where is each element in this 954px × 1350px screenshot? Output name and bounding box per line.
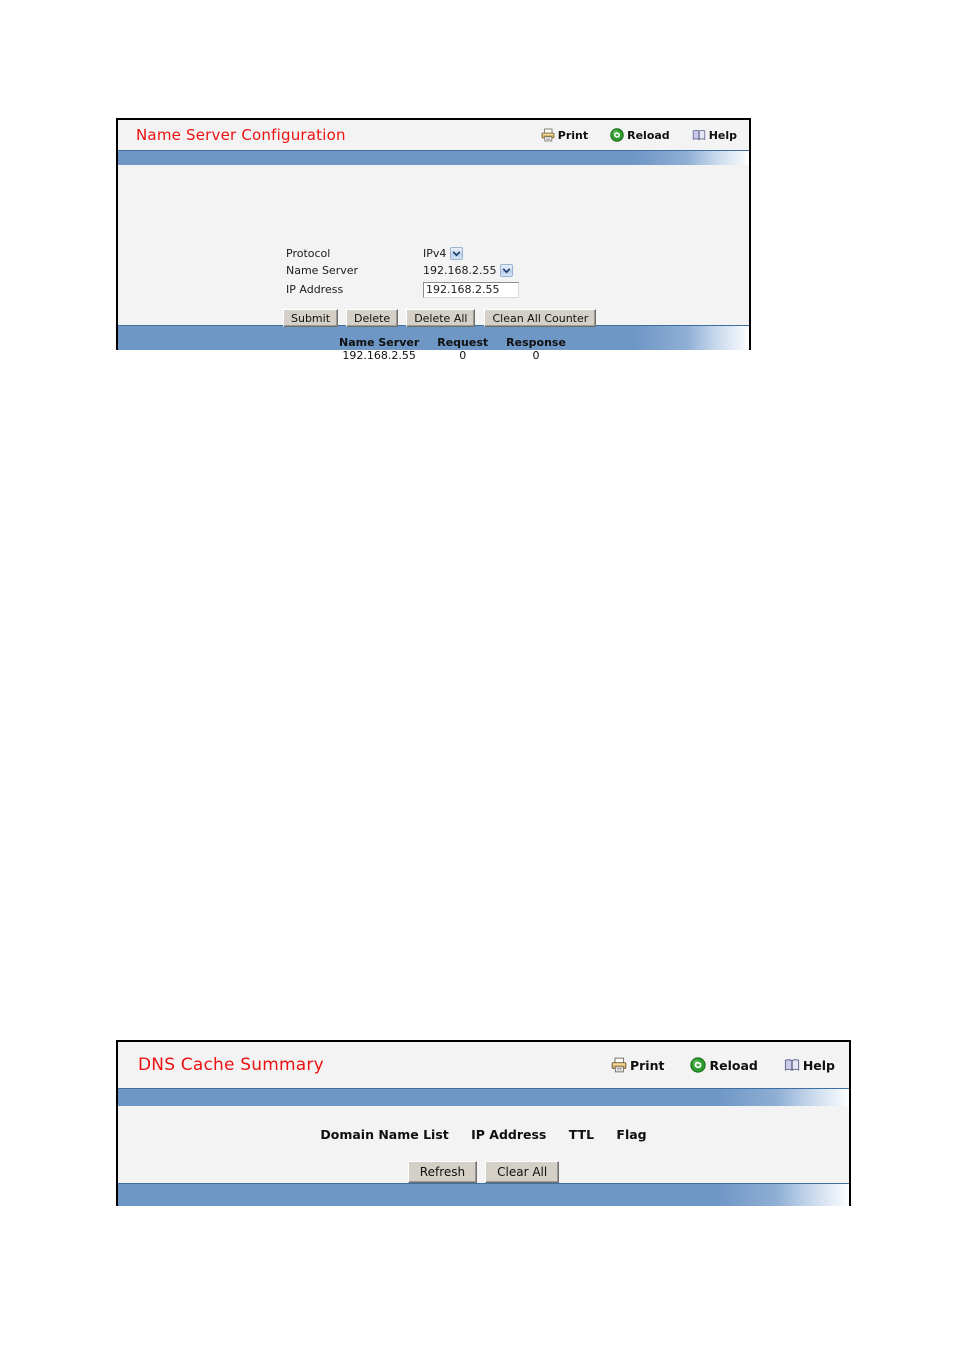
page-title: Name Server Configuration: [136, 126, 346, 144]
print-icon: [611, 1057, 627, 1073]
table-row: 192.168.2.55 0 0: [330, 349, 575, 362]
col-name-server: Name Server: [339, 336, 420, 349]
reload-button[interactable]: Reload: [690, 1057, 758, 1073]
name-server-value: 192.168.2.55: [423, 264, 497, 277]
print-button[interactable]: Print: [541, 128, 588, 142]
col-ttl: TTL: [568, 1127, 595, 1142]
submit-button[interactable]: Submit: [283, 309, 339, 327]
col-flag: Flag: [616, 1127, 647, 1142]
header-divider-bar: [118, 1088, 849, 1106]
delete-button[interactable]: Delete: [346, 309, 399, 327]
action-button-row: Submit Delete Delete All Clean All Count…: [283, 309, 597, 327]
footer-divider-bar: [118, 1183, 849, 1206]
ip-address-label: IP Address: [286, 283, 344, 296]
chevron-down-icon[interactable]: [450, 247, 464, 260]
col-domain-name-list: Domain Name List: [320, 1127, 449, 1142]
dns-cache-button-row: Refresh Clear All: [118, 1161, 849, 1183]
help-icon: [692, 128, 706, 142]
ip-address-input[interactable]: [423, 281, 519, 298]
panel-body: Protocol IPv4 Name Server 192.168.2.55 I…: [118, 165, 749, 362]
reload-icon: [610, 128, 624, 142]
protocol-value: IPv4: [423, 247, 447, 260]
help-label: Help: [708, 128, 737, 142]
protocol-select[interactable]: IPv4: [423, 246, 464, 262]
clean-all-counter-button[interactable]: Clean All Counter: [484, 309, 597, 327]
cell-response: 0: [532, 349, 540, 362]
col-ip-address: IP Address: [471, 1127, 547, 1142]
delete-all-button[interactable]: Delete All: [406, 309, 476, 327]
panel-header: DNS Cache Summary Print Reload Help: [118, 1042, 849, 1088]
help-icon: [784, 1057, 800, 1073]
print-button[interactable]: Print: [611, 1057, 665, 1073]
name-server-label: Name Server: [286, 264, 359, 277]
panel-toolbar: Print Reload Help: [611, 1057, 835, 1073]
refresh-button[interactable]: Refresh: [407, 1161, 478, 1183]
help-button[interactable]: Help: [784, 1057, 835, 1073]
dns-cache-summary-panel: DNS Cache Summary Print Reload Help Doma…: [116, 1040, 851, 1206]
print-icon: [541, 128, 555, 142]
clear-all-button[interactable]: Clear All: [485, 1161, 560, 1183]
name-server-configuration-panel: Name Server Configuration Print Reload H…: [116, 118, 751, 362]
name-server-select[interactable]: 192.168.2.55: [423, 263, 514, 279]
print-label: Print: [557, 128, 589, 142]
ip-address-row: IP Address: [286, 279, 596, 300]
help-button[interactable]: Help: [692, 128, 737, 142]
dns-cache-table-header: Domain Name List IP Address TTL Flag: [118, 1127, 849, 1142]
name-server-form: Protocol IPv4 Name Server 192.168.2.55 I…: [283, 245, 597, 362]
name-server-row: Name Server 192.168.2.55: [286, 262, 596, 279]
panel-header: Name Server Configuration Print Reload H…: [118, 120, 749, 150]
reload-label: Reload: [627, 128, 670, 142]
chevron-down-icon[interactable]: [500, 264, 514, 277]
reload-label: Reload: [709, 1057, 758, 1073]
print-label: Print: [629, 1057, 665, 1073]
page-title: DNS Cache Summary: [138, 1055, 324, 1075]
reload-button[interactable]: Reload: [610, 128, 670, 142]
table-header-row: Name Server Request Response: [330, 336, 575, 349]
col-request: Request: [437, 336, 489, 349]
protocol-label: Protocol: [286, 247, 331, 260]
help-label: Help: [802, 1057, 835, 1073]
protocol-row: Protocol IPv4: [286, 245, 596, 262]
cell-request: 0: [459, 349, 467, 362]
name-server-table: Name Server Request Response 192.168.2.5…: [330, 336, 575, 362]
cell-name-server: 192.168.2.55: [342, 349, 416, 362]
header-divider-bar: [118, 150, 749, 165]
col-response: Response: [506, 336, 566, 349]
panel-body: Domain Name List IP Address TTL Flag Ref…: [118, 1106, 849, 1183]
reload-icon: [690, 1057, 707, 1073]
panel-toolbar: Print Reload Help: [541, 128, 737, 142]
